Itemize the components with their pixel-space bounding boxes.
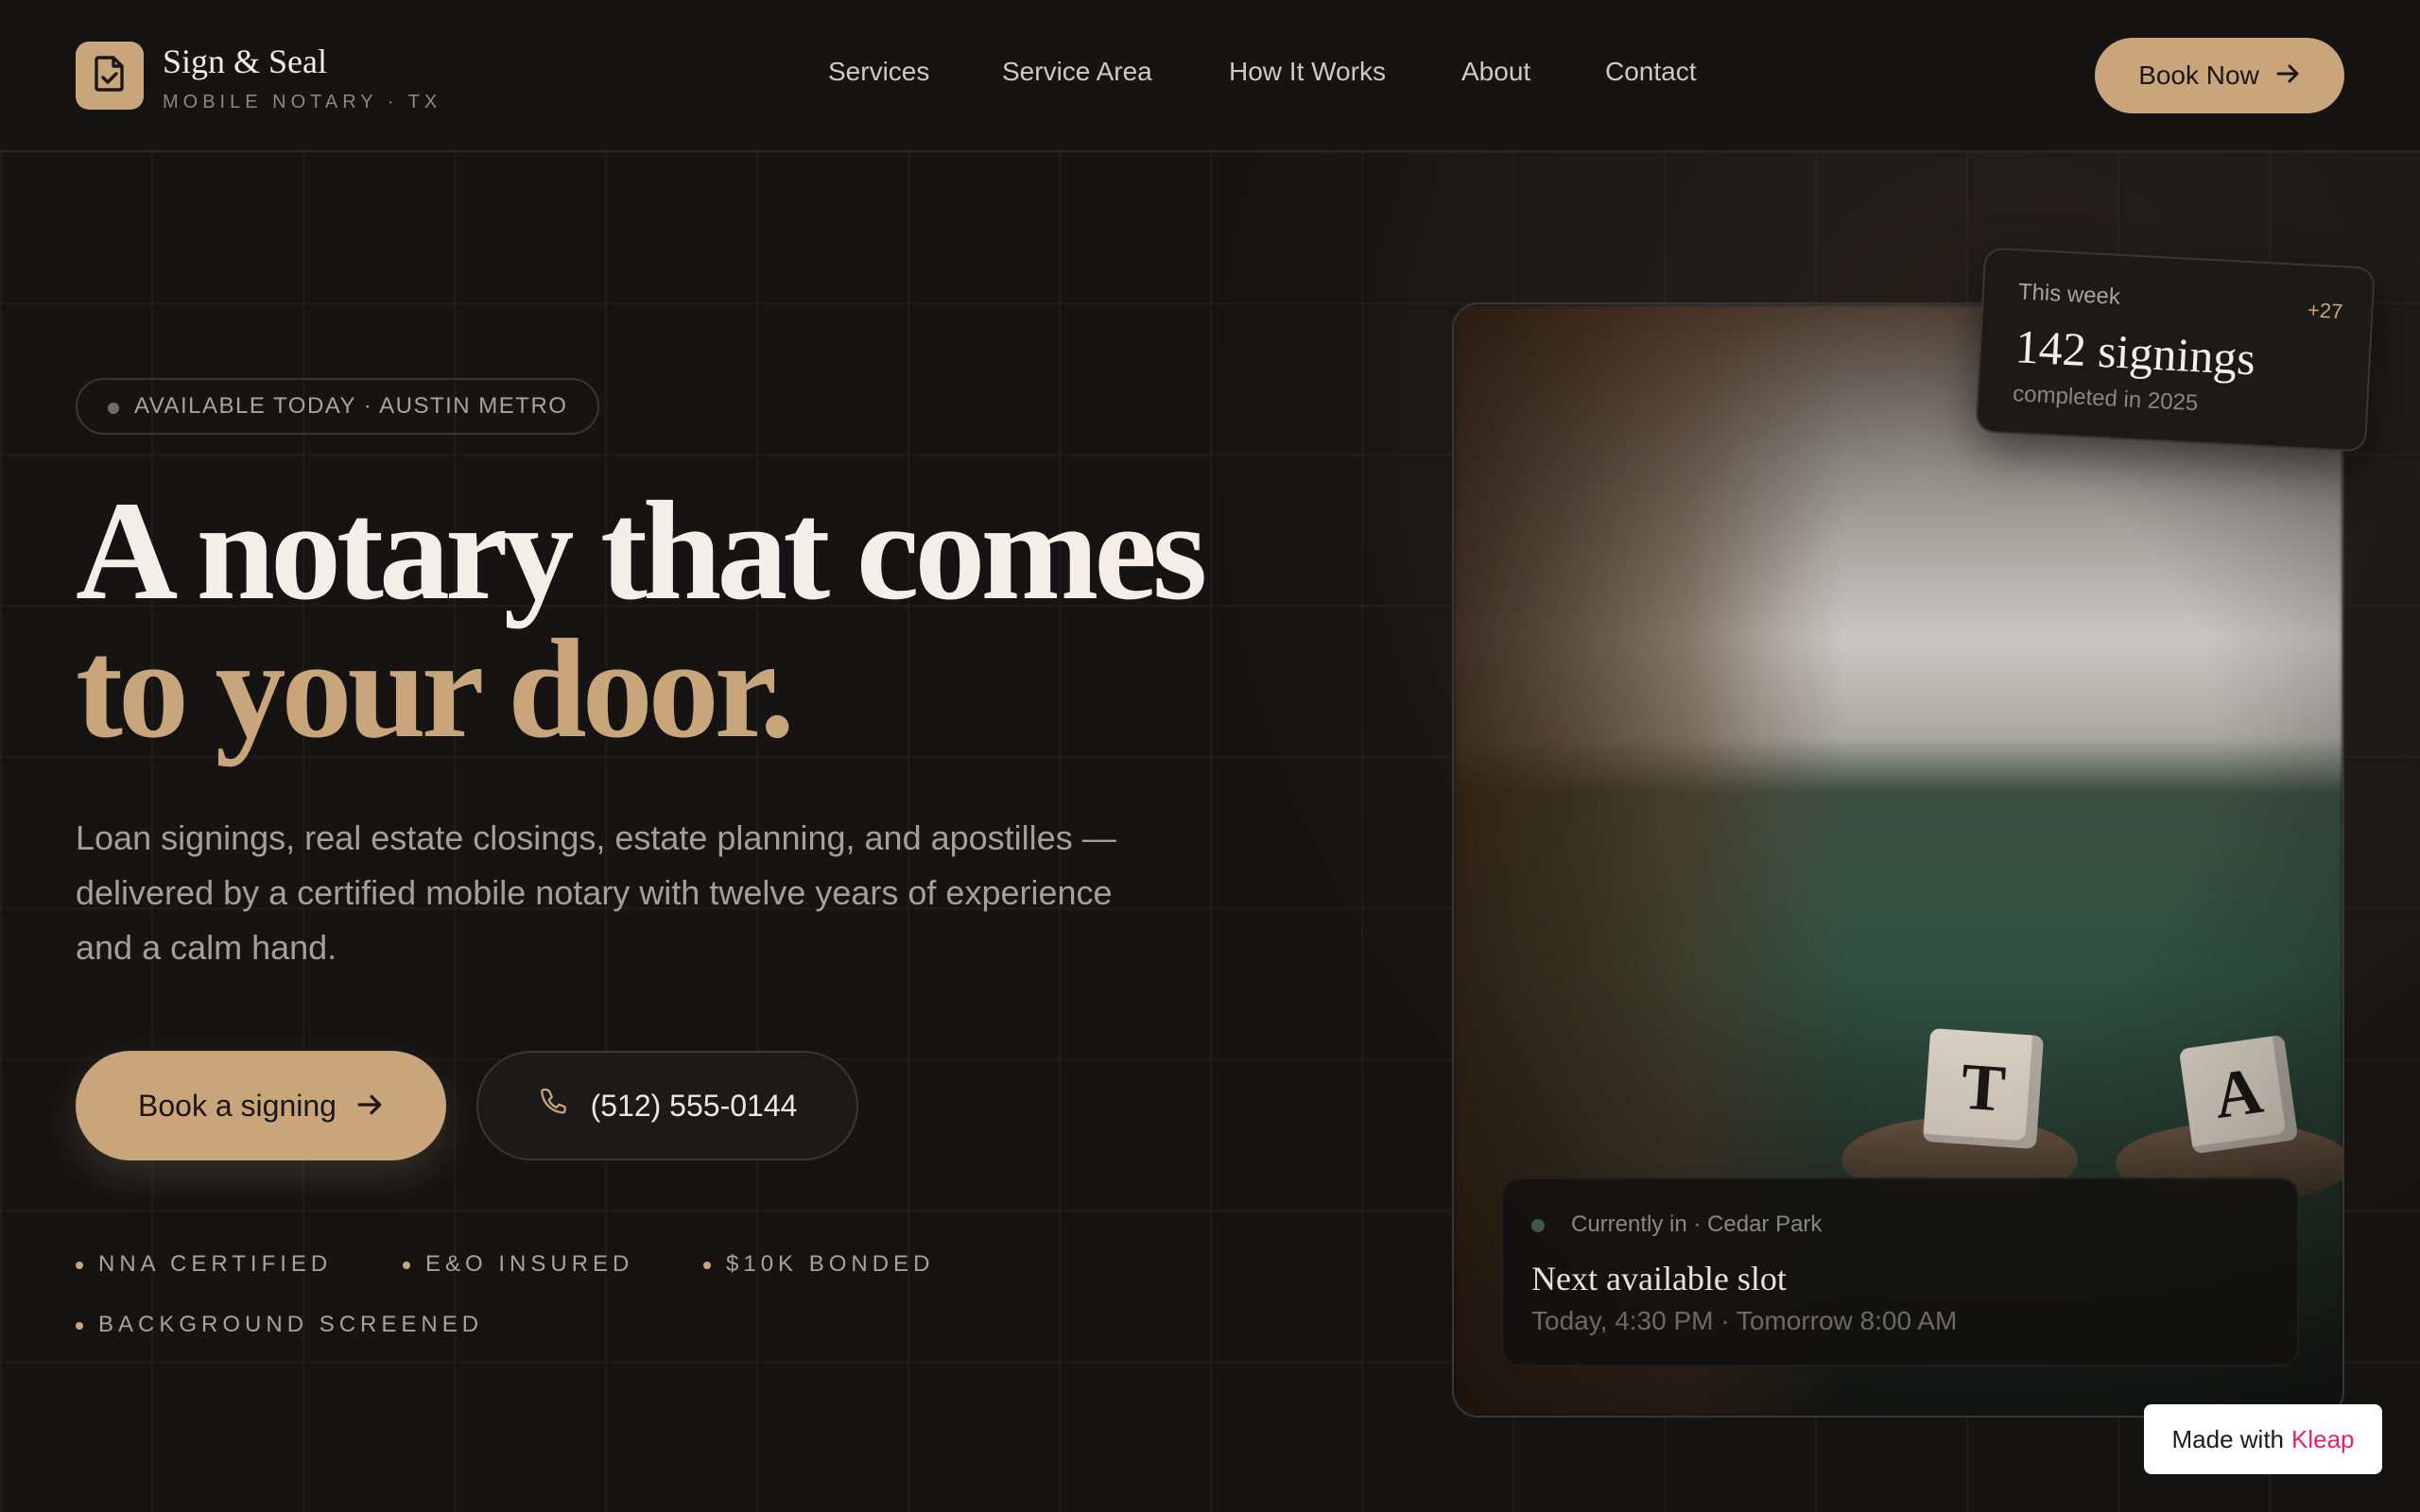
nav-services[interactable]: Services	[828, 57, 929, 87]
nav-how-it-works[interactable]: How It Works	[1229, 57, 1386, 87]
availability-badge: AVAILABLE TODAY · AUSTIN METRO	[76, 378, 600, 435]
nav-about[interactable]: About	[1461, 57, 1530, 87]
book-signing-label: Book a signing	[138, 1088, 337, 1123]
availability-panel: Currently in · Cedar Park Next available…	[1501, 1177, 2299, 1366]
kleap-brand: Kleap	[2291, 1424, 2355, 1453]
book-signing-button[interactable]: Book a signing	[76, 1051, 446, 1160]
stats-label: This week	[2017, 279, 2121, 310]
made-with-kleap-badge[interactable]: Made with Kleap	[2144, 1404, 2382, 1474]
status-dot-icon	[1531, 1219, 1545, 1232]
site-header: Sign & Seal MOBILE NOTARY · TX Services …	[0, 0, 2420, 152]
credential-item: BACKGROUND SCREENED	[76, 1312, 483, 1338]
hero-headline-line2: to your door.	[76, 610, 795, 767]
weekly-stats-card: This week +27 142 signings completed in …	[1975, 247, 2376, 453]
status-dot-icon	[108, 403, 119, 414]
made-with-label: Made with	[2171, 1424, 2285, 1453]
stats-count: 142 signings	[2014, 319, 2257, 386]
credential-item: $10K BONDED	[703, 1251, 934, 1278]
nav-contact[interactable]: Contact	[1605, 57, 1697, 87]
availability-badge-text: AVAILABLE TODAY · AUSTIN METRO	[134, 393, 568, 419]
next-slot-times: Today, 4:30 PM · Tomorrow 8:00 AM	[1531, 1306, 1958, 1335]
brand-name[interactable]: Sign & Seal	[163, 42, 327, 81]
document-check-icon	[93, 55, 127, 97]
phone-call-button[interactable]: (512) 555-0144	[476, 1051, 858, 1160]
next-slot-title: Next available slot	[1531, 1260, 1787, 1297]
brand-tagline: MOBILE NOTARY · TX	[163, 92, 442, 112]
hero-headline-line1: A notary that comes	[76, 472, 1207, 629]
credential-item: NNA CERTIFIED	[76, 1251, 332, 1278]
book-now-button[interactable]: Book Now	[2095, 38, 2344, 113]
phone-number: (512) 555-0144	[590, 1088, 798, 1123]
arrow-right-icon	[2276, 60, 2301, 91]
hero-photo-card: T A Currently in · Cedar Park Next avail…	[1452, 302, 2344, 1418]
credential-item: E&O INSURED	[403, 1251, 633, 1278]
arrow-right-icon	[357, 1089, 384, 1124]
stats-delta: +27	[2307, 298, 2344, 324]
nav-service-area[interactable]: Service Area	[1002, 57, 1152, 87]
book-now-label: Book Now	[2138, 60, 2259, 90]
current-location: Currently in · Cedar Park	[1571, 1211, 1823, 1237]
hero-description: Loan signings, real estate closings, est…	[76, 818, 1116, 967]
stats-subtitle: completed in 2025	[2012, 381, 2199, 417]
phone-icon	[538, 1086, 570, 1125]
logo-mark[interactable]	[76, 42, 144, 110]
